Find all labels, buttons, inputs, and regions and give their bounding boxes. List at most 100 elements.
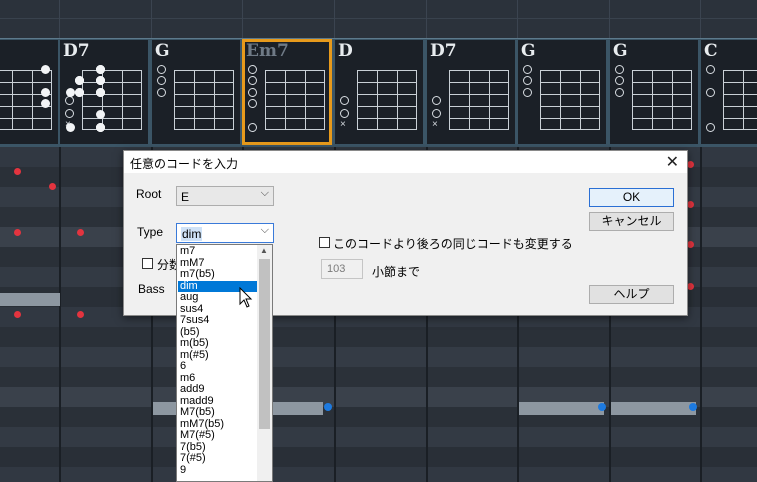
note-marker-red <box>14 229 21 236</box>
chord-name: D <box>338 41 353 61</box>
measure-divider <box>59 147 61 482</box>
chevron-down-icon: ⌵ <box>260 187 269 199</box>
open-string-icon <box>340 109 349 118</box>
note-marker-red <box>687 283 694 290</box>
note-marker-red <box>687 201 694 208</box>
chord-name: Em7 <box>246 41 289 61</box>
finger-dot <box>75 88 84 97</box>
finger-dot <box>96 76 105 85</box>
note-marker-red <box>77 311 84 318</box>
open-string-icon <box>523 65 532 74</box>
split-chord-checkbox[interactable] <box>142 258 153 269</box>
note-marker-red <box>49 183 56 190</box>
finger-dot <box>96 110 105 119</box>
fretboard-grid <box>632 70 692 130</box>
chord-diagram[interactable]: Em7 <box>96 39 332 145</box>
timeline-strip <box>0 0 757 38</box>
chord-diagram[interactable]: D7 × <box>75 40 515 144</box>
open-string-icon <box>157 88 166 97</box>
change-following-label: このコードより後ろの同じコードも変更する <box>333 237 573 251</box>
finger-dot <box>41 99 50 108</box>
piano-roll-row <box>0 367 757 387</box>
type-option[interactable]: m(#5) <box>178 349 259 362</box>
piano-roll-row <box>0 447 757 467</box>
highlighted-note <box>611 402 696 415</box>
open-string-icon <box>157 65 166 74</box>
open-string-icon <box>523 88 532 97</box>
open-string-icon <box>65 96 74 105</box>
type-option[interactable]: 9 <box>178 464 259 477</box>
note-marker-blue <box>689 403 697 411</box>
piano-roll-row <box>0 427 757 447</box>
root-select[interactable]: E ⌵ <box>176 186 274 206</box>
fretboard-grid <box>540 70 600 130</box>
muted-string-icon: × <box>340 119 346 130</box>
open-string-icon <box>615 88 624 97</box>
open-string-icon <box>248 99 257 108</box>
change-following-checkbox[interactable] <box>319 237 330 248</box>
note-marker-red <box>687 241 694 248</box>
dropdown-scrollbar[interactable]: ▲ <box>257 245 272 481</box>
chord-diagram[interactable]: G <box>75 40 240 144</box>
open-string-icon <box>615 76 624 85</box>
type-option[interactable]: 6 <box>178 360 259 373</box>
type-value: dim <box>181 227 203 241</box>
cancel-button[interactable]: キャンセル <box>589 212 674 231</box>
type-option[interactable]: add9 <box>178 383 259 396</box>
close-icon[interactable]: ✕ <box>666 152 679 172</box>
chord-name: G <box>155 41 170 61</box>
highlighted-note <box>519 402 604 415</box>
open-string-icon <box>65 109 74 118</box>
note-marker-red <box>687 161 694 168</box>
dialog-title-bar: 任意のコードを入力 ✕ <box>124 151 687 173</box>
type-option[interactable]: m(b5) <box>178 337 259 350</box>
type-label: Type <box>137 225 164 239</box>
fretboard-grid <box>265 70 325 130</box>
note-marker-red <box>14 311 21 318</box>
scroll-up-icon[interactable]: ▲ <box>260 246 268 255</box>
open-string-icon <box>523 76 532 85</box>
bass-label: Bass <box>138 282 165 296</box>
chord-name: C <box>704 41 718 61</box>
chord-diagram[interactable]: C <box>41 40 757 144</box>
fretboard-grid <box>449 70 509 130</box>
highlighted-note <box>0 293 60 306</box>
mouse-cursor-icon <box>239 287 253 308</box>
finger-dot <box>96 123 105 132</box>
type-select[interactable]: dim ⌵ <box>176 223 274 243</box>
type-option[interactable]: M7(#5) <box>178 429 259 442</box>
root-value: E <box>181 190 190 204</box>
open-string-icon <box>615 65 624 74</box>
chord-diagram[interactable] <box>0 40 58 144</box>
note-marker-blue <box>598 403 606 411</box>
open-string-icon <box>157 76 166 85</box>
note-marker-red <box>77 229 84 236</box>
type-option[interactable]: m7 <box>178 245 259 258</box>
finger-dot <box>96 88 105 97</box>
chord-diagram[interactable]: G <box>75 40 698 144</box>
note-marker-red <box>14 168 21 175</box>
piano-roll-row <box>0 467 757 482</box>
type-option[interactable]: 7(#5) <box>178 452 259 465</box>
open-string-icon <box>248 76 257 85</box>
open-string-icon <box>340 96 349 105</box>
ok-button[interactable]: OK <box>589 188 674 207</box>
fretboard-grid <box>174 70 234 130</box>
type-option[interactable]: m7(b5) <box>178 268 259 281</box>
open-string-icon <box>432 109 441 118</box>
chord-name: D7 <box>63 41 90 61</box>
measure-input[interactable]: 103 <box>321 259 363 279</box>
type-option[interactable]: 7sus4 <box>178 314 259 327</box>
help-button[interactable]: ヘルプ <box>589 285 674 304</box>
note-marker-blue <box>324 403 332 411</box>
measure-suffix: 小節まで <box>372 265 421 279</box>
type-dropdown-list[interactable]: m7 mM7 m7(b5) dim aug sus4 7sus4 (b5) m(b5) m(#5)… <box>176 244 273 482</box>
chord-diagram[interactable]: D × <box>75 40 423 144</box>
finger-dot <box>41 65 50 74</box>
open-string-icon <box>248 65 257 74</box>
chord-diagram[interactable]: G <box>75 40 606 144</box>
scroll-thumb[interactable] <box>259 259 270 429</box>
type-option[interactable]: M7(b5) <box>178 406 259 419</box>
piano-roll-row <box>0 327 757 347</box>
chord-name: G <box>613 41 628 61</box>
